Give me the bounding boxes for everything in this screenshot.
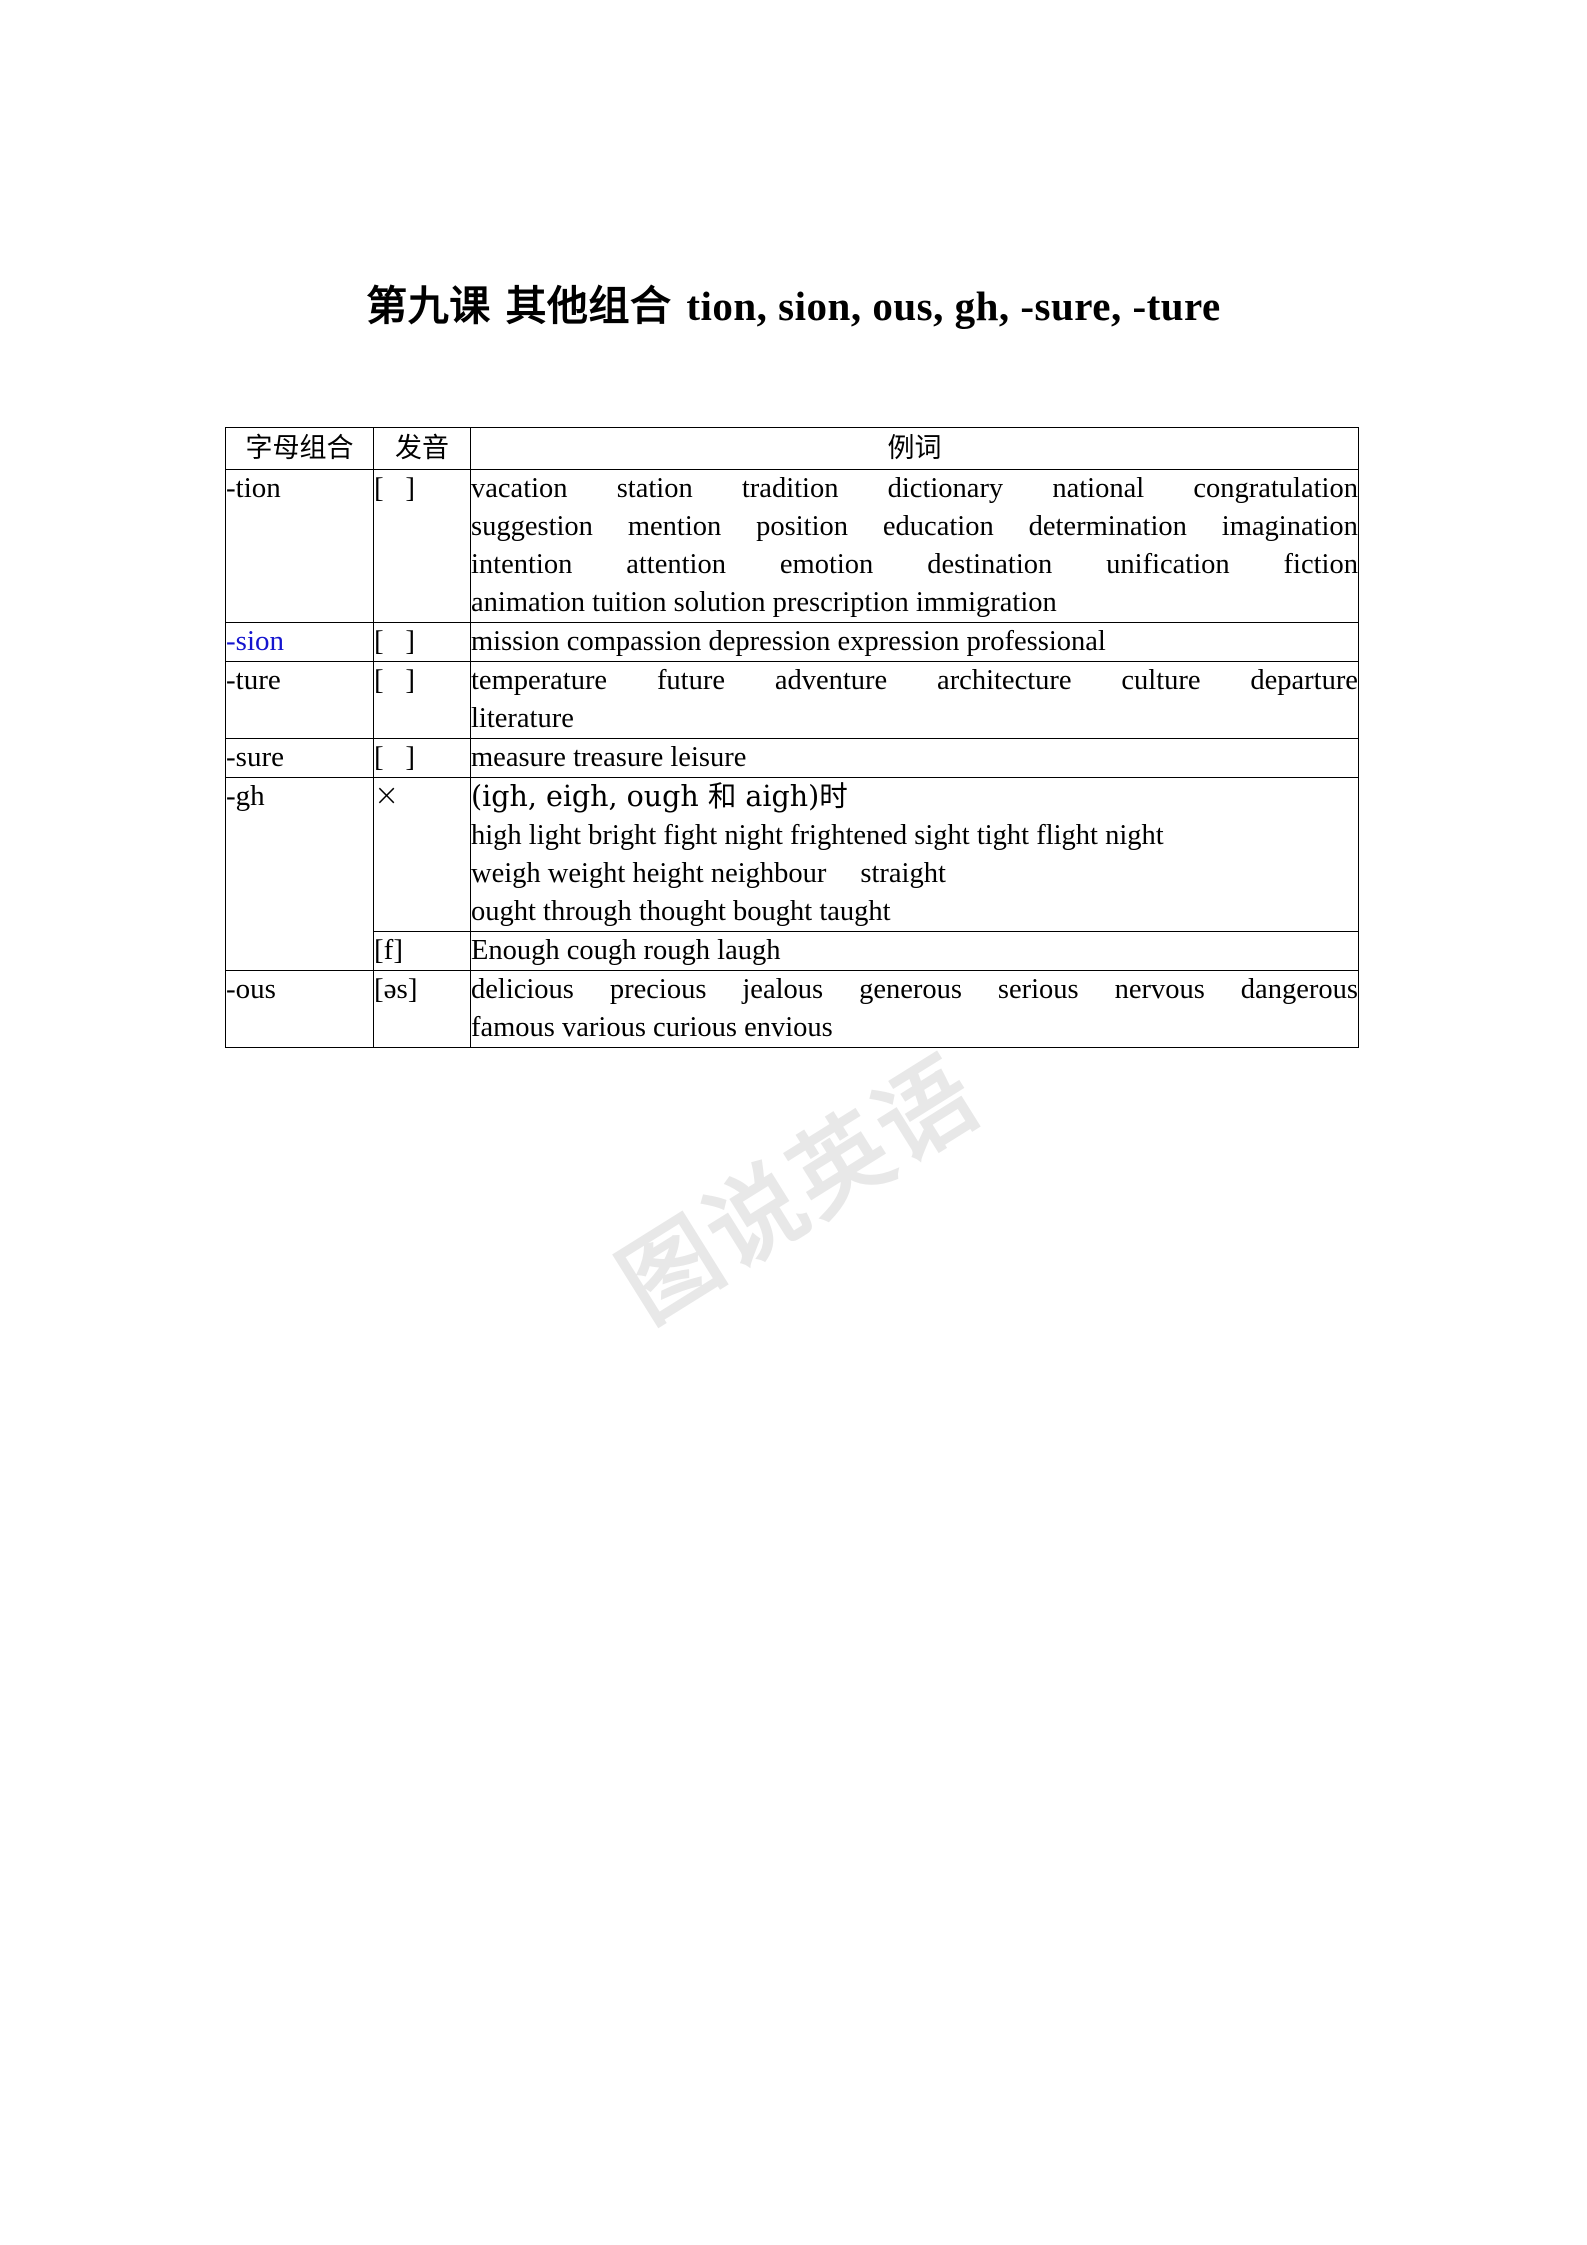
example-word: education [882,511,994,542]
example-word: fiction [1283,549,1358,580]
example-line: mission compassion depression expression… [471,626,1106,657]
example-note-chinese: (igh, eigh, ough 和 aigh)时 [471,780,848,813]
page-title: 第九课 其他组合 tion, sion, ous, gh, -sure, -tu… [0,272,1587,332]
table-row: -gh × (igh, eigh, ough 和 aigh)时 high light … [225,777,1359,971]
cell-pronunciation: [ ] [373,469,471,623]
example-word: architecture [937,665,1072,696]
example-line: vacation station tradition dictionary nation… [471,470,1358,508]
example-line: measure treasure leisure [471,742,747,773]
watermark-text: 图说英语 [600,1036,1000,1344]
cell-pronunciation: [ ] [373,622,471,662]
table-row: -ous [əs] delicious precious jealous generous… [225,970,1359,1048]
page-title-english: tion, sion, ous, gh, -sure, -ture [686,283,1221,329]
example-word: attention [626,549,726,580]
example-line: (igh, eigh, ough 和 aigh)时 [471,778,1358,817]
example-word: jealous [742,974,824,1005]
example-line: ought through thought bought taught [471,896,891,927]
table-row: -tion[ ] vacation station tradition dictiona… [225,469,1359,623]
example-word: unification [1106,549,1230,580]
cell-example-words: temperature future adventure architecture cu… [470,661,1359,739]
cell-letter-combination: -sion [225,622,374,662]
example-line: Enough cough rough laugh [471,935,781,966]
table-row: [f] Enough cough rough laugh [226,931,1359,971]
example-line: famous various curious envious [471,1012,833,1043]
example-line: high light bright fight night frightened… [471,820,1164,851]
example-word: intention [471,549,573,580]
example-word: dangerous [1240,974,1358,1005]
example-word: station [616,473,693,504]
example-word-group: straight [860,858,946,889]
header-combination: 字母组合 [225,427,374,470]
cell-pronunciation: [f] [373,931,471,971]
cell-letter-combination: -gh [225,777,374,971]
header-pronunciation: 发音 [373,427,471,470]
example-word: delicious [471,974,574,1005]
example-word: suggestion [471,511,593,542]
example-line: animation tuition solution prescription … [471,587,1057,618]
table-header-row: 字母组合 发音 例词 [225,427,1359,470]
example-word: position [756,511,848,542]
cell-example-words: measure treasure leisure [470,738,1359,778]
cell-example-words: delicious precious jealous generous serious n… [470,970,1359,1048]
cell-example-words: vacation station tradition dictionary nation… [470,469,1359,623]
example-word: precious [609,974,707,1005]
header-examples: 例词 [470,427,1359,470]
example-word: nervous [1114,974,1205,1005]
cell-example-words: mission compassion depression expression… [470,622,1359,662]
table-body: -tion[ ] vacation station tradition dictiona… [225,469,1359,1048]
example-line: literature [471,703,574,734]
cell-letter-combination: -ture [225,661,374,739]
example-word: determination [1028,511,1187,542]
example-line: intention attention emotion destination unif… [471,546,1358,584]
example-line: weigh weight height neighbour straight [471,855,1358,893]
example-word: serious [997,974,1079,1005]
example-word: departure [1250,665,1358,696]
table-row: -ture[ ] temperature future adventure archit… [225,661,1359,739]
example-word-group: weigh weight height neighbour [471,858,827,889]
phonics-table: 字母组合 发音 例词 -tion[ ] vacation station tradit… [225,427,1359,1048]
example-word: national [1052,473,1145,504]
example-word: mention [627,511,722,542]
example-word: vacation [471,473,568,504]
cell-pronunciation: × [373,777,471,932]
example-word: emotion [779,549,874,580]
cell-example-words: Enough cough rough laugh [470,931,1359,971]
cell-letter-combination: -tion [225,469,374,623]
example-word: future [656,665,725,696]
example-word: destination [927,549,1053,580]
cell-letter-combination: -ous [225,970,374,1048]
document-page: 图说英语 第九课 其他组合 tion, sion, ous, gh, -sure… [0,0,1587,2245]
cell-pronunciation: [ ] [373,661,471,739]
example-word: tradition [741,473,839,504]
example-word: imagination [1221,511,1358,542]
example-word: dictionary [887,473,1004,504]
example-word: culture [1121,665,1201,696]
table-row: -sure[ ] measure treasure leisure [225,738,1359,778]
table-row: -sion[ ] mission compassion depression ex… [225,622,1359,662]
example-line: delicious precious jealous generous serious n… [471,971,1358,1009]
cell-pronunciation: [ ] [373,738,471,778]
cell-letter-combination: -sure [225,738,374,778]
example-line: temperature future adventure architecture cu… [471,662,1358,700]
example-word: generous [859,974,962,1005]
example-line: suggestion mention position education determ… [471,508,1358,546]
cell-pronunciation: [əs] [373,970,471,1048]
page-title-chinese: 第九课 其他组合 [366,282,687,330]
example-word: congratulation [1193,473,1358,504]
cell-example-words: (igh, eigh, ough 和 aigh)时 high light brig… [470,777,1359,932]
example-word: temperature [471,665,608,696]
phonics-table-wrapper: 字母组合 发音 例词 -tion[ ] vacation station tradit… [225,427,1359,1048]
example-word: adventure [774,665,888,696]
